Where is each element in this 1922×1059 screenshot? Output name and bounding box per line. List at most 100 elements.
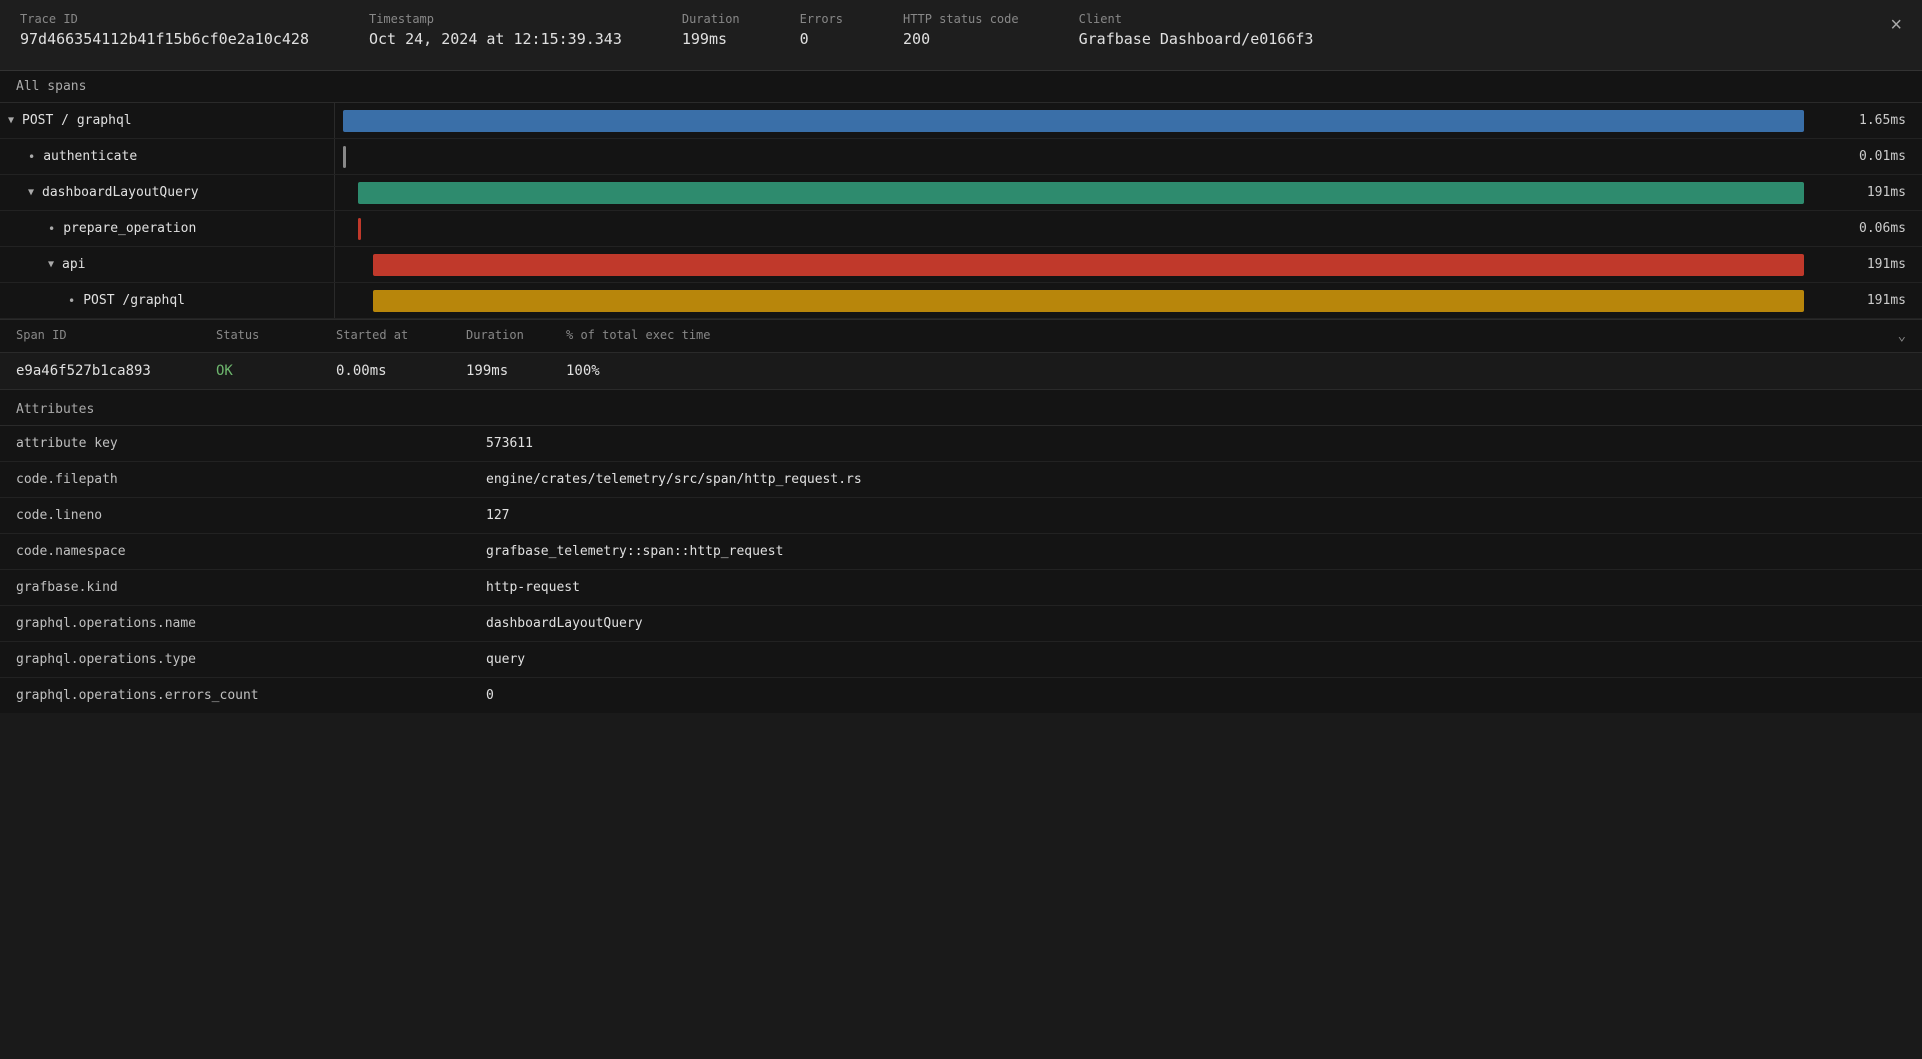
span-name-label: prepare_operation	[63, 221, 196, 236]
exec-time-col-header: % of total exec time	[566, 328, 1898, 344]
attribute-value: engine/crates/telemetry/src/span/http_re…	[470, 462, 1922, 498]
span-row[interactable]: ▼ POST / graphql 1.65ms	[0, 103, 1922, 139]
attribute-row: code.lineno127	[0, 498, 1922, 534]
client-value: Grafbase Dashboard/e0166f3	[1079, 30, 1314, 48]
attribute-key: graphql.operations.name	[0, 606, 470, 642]
span-bar	[373, 254, 1804, 276]
span-name-col: •authenticate	[0, 139, 335, 174]
duration-col-header: Duration	[466, 328, 566, 344]
span-duration-col: 0.01ms	[1842, 149, 1922, 164]
timestamp-label: Timestamp	[369, 12, 622, 26]
details-header-row: Span ID Status Started at Duration % of …	[0, 320, 1922, 353]
span-dot-icon: •	[28, 150, 35, 164]
attribute-key: grafbase.kind	[0, 570, 470, 606]
attribute-key: code.namespace	[0, 534, 470, 570]
span-bar	[343, 146, 346, 168]
duration-value: 199ms	[466, 363, 566, 379]
attribute-key: code.filepath	[0, 462, 470, 498]
attribute-key: graphql.operations.type	[0, 642, 470, 678]
attribute-key: graphql.operations.errors_count	[0, 678, 470, 714]
header-meta-row: Trace ID 97d466354112b41f15b6cf0e2a10c42…	[20, 12, 1902, 48]
attribute-row: grafbase.kindhttp-request	[0, 570, 1922, 606]
errors-value: 0	[800, 30, 809, 48]
span-name-col: ▼ POST / graphql	[0, 103, 335, 138]
span-bar	[358, 182, 1804, 204]
span-bar	[373, 290, 1804, 312]
span-row[interactable]: ▼ api 191ms	[0, 247, 1922, 283]
http-status-value: 200	[903, 30, 930, 48]
details-values-row: e9a46f527b1ca893 OK 0.00ms 199ms 100%	[0, 353, 1922, 389]
attribute-value: http-request	[470, 570, 1922, 606]
span-bar	[343, 110, 1804, 132]
span-id-value: e9a46f527b1ca893	[16, 363, 216, 379]
spans-header: All spans	[0, 71, 1922, 103]
toggle-icon[interactable]: ▼	[48, 259, 54, 270]
span-name-col: • POST /graphql	[0, 283, 335, 318]
span-row[interactable]: • prepare_operation 0.06ms	[0, 211, 1922, 247]
attribute-key: attribute key	[0, 426, 470, 462]
errors-label: Errors	[800, 12, 843, 26]
toggle-icon[interactable]: ▼	[8, 115, 14, 126]
span-name-col: • prepare_operation	[0, 211, 335, 246]
trace-id-field: Trace ID 97d466354112b41f15b6cf0e2a10c42…	[20, 12, 309, 48]
attribute-value: query	[470, 642, 1922, 678]
attributes-table: attribute key573611code.filepathengine/c…	[0, 425, 1922, 713]
attributes-section: Attributes attribute key573611code.filep…	[0, 390, 1922, 713]
span-duration-col: 191ms	[1842, 185, 1922, 200]
errors-field: Errors 0	[800, 12, 843, 48]
attribute-row: graphql.operations.namedashboardLayoutQu…	[0, 606, 1922, 642]
spans-panel: All spans ▼ POST / graphql 1.65ms •authenti…	[0, 71, 1922, 320]
toggle-icon[interactable]: ▼	[28, 187, 34, 198]
started-at-col-header: Started at	[336, 328, 466, 344]
attribute-row: graphql.operations.errors_count0	[0, 678, 1922, 714]
attribute-row: code.filepathengine/crates/telemetry/src…	[0, 462, 1922, 498]
close-button[interactable]: ×	[1890, 14, 1902, 37]
started-at-value: 0.00ms	[336, 363, 466, 379]
span-dot-icon: •	[48, 222, 55, 236]
span-duration-col: 0.06ms	[1842, 221, 1922, 236]
status-col-header: Status	[216, 328, 336, 344]
attribute-value: 127	[470, 498, 1922, 534]
client-label: Client	[1079, 12, 1314, 26]
span-name-label: dashboardLayoutQuery	[42, 185, 199, 200]
details-section: Span ID Status Started at Duration % of …	[0, 320, 1922, 390]
attribute-value: grafbase_telemetry::span::http_request	[470, 534, 1922, 570]
http-status-field: HTTP status code 200	[903, 12, 1019, 48]
duration-value: 199ms	[682, 30, 727, 48]
spans-table: ▼ POST / graphql 1.65ms •authenticate 0.01ms…	[0, 103, 1922, 319]
span-row[interactable]: ▼ dashboardLayoutQuery 191ms	[0, 175, 1922, 211]
timestamp-value: Oct 24, 2024 at 12:15:39.343	[369, 30, 622, 48]
attribute-value: 573611	[470, 426, 1922, 462]
span-name-label: POST / graphql	[22, 113, 132, 128]
span-bar-col	[335, 139, 1842, 174]
span-row[interactable]: • POST /graphql 191ms	[0, 283, 1922, 319]
attributes-title: Attributes	[0, 390, 1922, 425]
span-name-label: api	[62, 257, 85, 272]
span-bar-col	[335, 247, 1842, 282]
attribute-value: 0	[470, 678, 1922, 714]
attribute-row: code.namespacegrafbase_telemetry::span::…	[0, 534, 1922, 570]
span-name-label: POST /graphql	[83, 293, 185, 308]
span-bar-col	[335, 211, 1842, 246]
span-dot-icon: •	[68, 294, 75, 308]
chevron-down-icon[interactable]: ⌄	[1898, 328, 1906, 344]
span-name-col: ▼ api	[0, 247, 335, 282]
attribute-key: code.lineno	[0, 498, 470, 534]
attribute-value: dashboardLayoutQuery	[470, 606, 1922, 642]
timestamp-field: Timestamp Oct 24, 2024 at 12:15:39.343	[369, 12, 622, 48]
attribute-row: attribute key573611	[0, 426, 1922, 462]
span-duration-col: 191ms	[1842, 293, 1922, 308]
exec-time-value: 100%	[566, 363, 1906, 379]
span-duration-col: 191ms	[1842, 257, 1922, 272]
duration-field: Duration 199ms	[682, 12, 740, 48]
span-bar-col	[335, 283, 1842, 318]
trace-header: Trace ID 97d466354112b41f15b6cf0e2a10c42…	[0, 0, 1922, 71]
spans-header-label: All spans	[16, 79, 86, 94]
status-value: OK	[216, 363, 336, 379]
span-row[interactable]: •authenticate 0.01ms	[0, 139, 1922, 175]
span-duration-col: 1.65ms	[1842, 113, 1922, 128]
duration-label: Duration	[682, 12, 740, 26]
span-id-col-header: Span ID	[16, 328, 216, 344]
client-field: Client Grafbase Dashboard/e0166f3	[1079, 12, 1314, 48]
http-status-label: HTTP status code	[903, 12, 1019, 26]
